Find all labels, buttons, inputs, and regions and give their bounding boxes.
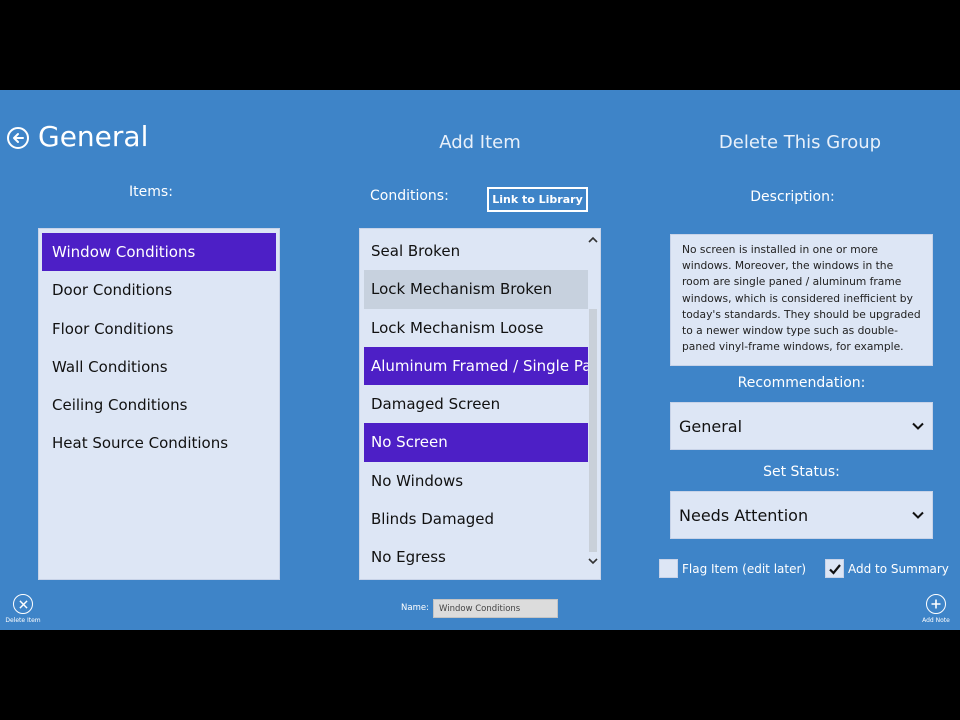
items-label: Items: (129, 184, 173, 200)
arrow-left-icon (13, 133, 24, 143)
items-list-item[interactable]: Door Conditions (42, 271, 276, 309)
conditions-label: Conditions: (370, 188, 449, 204)
condition-item[interactable]: Aluminum Framed / Single Pane (364, 346, 588, 386)
add-to-summary-label[interactable]: Add to Summary (848, 562, 949, 576)
recommendation-value: General (679, 416, 743, 436)
set-status-label: Set Status: (763, 464, 840, 480)
condition-item[interactable]: No Egress (364, 538, 588, 576)
condition-item[interactable]: Lock Mechanism Loose (364, 309, 588, 347)
scroll-down-arrow-icon[interactable] (588, 556, 598, 566)
recommendation-label: Recommendation: (737, 375, 866, 391)
description-label: Description: (750, 189, 835, 205)
back-button[interactable] (7, 127, 29, 149)
app-bar: Delete Item Name: Add Note (0, 587, 960, 630)
status-dropdown[interactable]: Needs Attention (670, 491, 933, 539)
condition-item[interactable]: No Screen (364, 423, 588, 462)
chevron-down-icon (912, 511, 924, 519)
checkmark-icon (828, 563, 841, 575)
conditions-list: Seal Broken Lock Mechanism Broken Lock M… (359, 228, 601, 580)
condition-item[interactable]: Lock Mechanism Broken (364, 270, 588, 309)
recommendation-dropdown[interactable]: General (670, 402, 933, 450)
link-to-library-button[interactable]: Link to Library (487, 187, 588, 212)
items-list-item[interactable]: Wall Conditions (42, 348, 276, 386)
close-icon (18, 599, 28, 609)
plus-icon (931, 599, 941, 609)
name-label: Name: (401, 603, 429, 613)
delete-group-button[interactable]: Delete This Group (700, 132, 900, 153)
add-item-button[interactable]: Add Item (390, 132, 570, 153)
add-note-label: Add Note (922, 617, 950, 624)
items-list: Window Conditions Door Conditions Floor … (38, 228, 280, 580)
items-list-item[interactable]: Window Conditions (42, 233, 276, 272)
flag-item-label[interactable]: Flag Item (edit later) (682, 562, 806, 576)
condition-item[interactable]: No Windows (364, 462, 588, 500)
app-page: General Add Item Delete This Group Items… (0, 90, 960, 587)
add-to-summary-checkbox[interactable] (825, 559, 844, 578)
delete-item-button[interactable] (13, 594, 33, 614)
scroll-up-arrow-icon[interactable] (588, 235, 598, 245)
condition-item[interactable]: Damaged Screen (364, 385, 588, 423)
items-list-item[interactable]: Floor Conditions (42, 310, 276, 348)
page-title: General (38, 120, 149, 153)
description-text[interactable]: No screen is installed in one or more wi… (670, 234, 933, 366)
items-list-item[interactable]: Ceiling Conditions (42, 386, 276, 424)
scrollbar-thumb[interactable] (589, 309, 597, 552)
chevron-down-icon (912, 422, 924, 430)
name-field[interactable] (433, 599, 558, 618)
condition-item[interactable]: Seal Broken (364, 232, 588, 270)
delete-item-label: Delete Item (5, 617, 41, 624)
status-value: Needs Attention (679, 505, 809, 525)
condition-item[interactable]: Blinds Damaged (364, 500, 588, 538)
flag-item-checkbox[interactable] (659, 559, 678, 578)
add-note-button[interactable] (926, 594, 946, 614)
items-list-item[interactable]: Heat Source Conditions (42, 424, 276, 462)
